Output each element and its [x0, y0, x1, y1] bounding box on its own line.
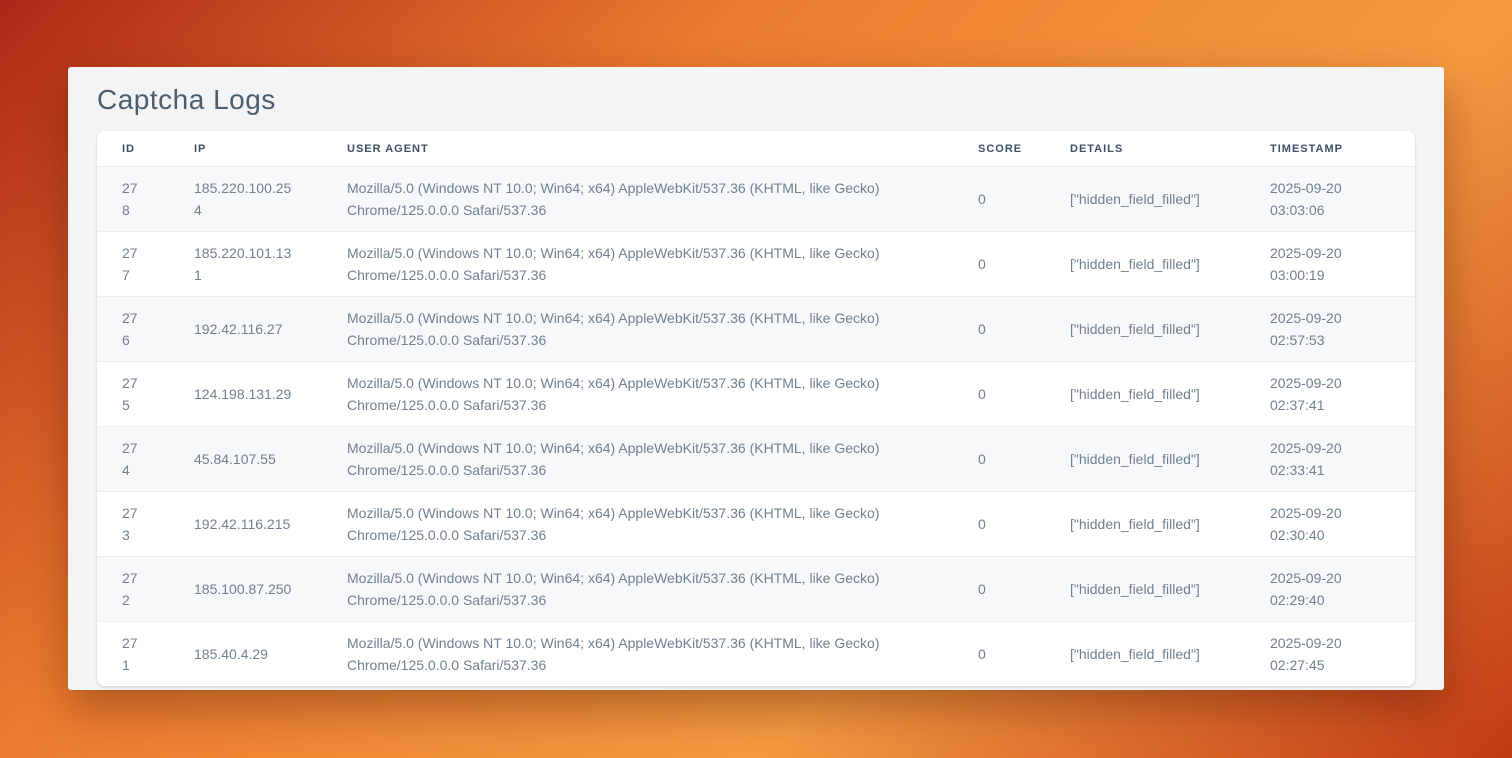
cell-timestamp: 2025-09-20 03:03:06: [1245, 167, 1415, 232]
cell-user_agent: Mozilla/5.0 (Windows NT 10.0; Win64; x64…: [322, 232, 953, 297]
captcha-logs-card: Captcha Logs IDIPUSER AGENTSCOREDETAILST…: [68, 67, 1444, 690]
cell-timestamp: 2025-09-20 02:29:40: [1245, 557, 1415, 622]
table-row: 275124.198.131.29Mozilla/5.0 (Windows NT…: [97, 362, 1415, 427]
cell-details: ["hidden_field_filled"]: [1045, 232, 1245, 297]
column-header-ip: IP: [169, 131, 322, 167]
cell-score: 0: [953, 362, 1045, 427]
cell-ip: 124.198.131.29: [169, 362, 322, 427]
cell-timestamp: 2025-09-20 02:57:53: [1245, 297, 1415, 362]
cell-ip: 45.84.107.55: [169, 427, 322, 492]
cell-ip: 192.42.116.27: [169, 297, 322, 362]
cell-id: 274: [97, 427, 169, 492]
cell-timestamp: 2025-09-20 03:00:19: [1245, 232, 1415, 297]
cell-timestamp: 2025-09-20 02:37:41: [1245, 362, 1415, 427]
cell-timestamp: 2025-09-20 02:30:40: [1245, 492, 1415, 557]
cell-score: 0: [953, 297, 1045, 362]
cell-user_agent: Mozilla/5.0 (Windows NT 10.0; Win64; x64…: [322, 622, 953, 687]
column-header-id: ID: [97, 131, 169, 167]
column-header-score: SCORE: [953, 131, 1045, 167]
cell-ip: 185.220.101.131: [169, 232, 322, 297]
cell-score: 0: [953, 622, 1045, 687]
cell-user_agent: Mozilla/5.0 (Windows NT 10.0; Win64; x64…: [322, 427, 953, 492]
table-row: 278185.220.100.254Mozilla/5.0 (Windows N…: [97, 167, 1415, 232]
table-row: 271185.40.4.29Mozilla/5.0 (Windows NT 10…: [97, 622, 1415, 687]
logs-table-container: IDIPUSER AGENTSCOREDETAILSTIMESTAMP 2781…: [97, 131, 1415, 686]
cell-details: ["hidden_field_filled"]: [1045, 167, 1245, 232]
cell-user_agent: Mozilla/5.0 (Windows NT 10.0; Win64; x64…: [322, 492, 953, 557]
cell-id: 272: [97, 557, 169, 622]
cell-ip: 185.100.87.250: [169, 557, 322, 622]
cell-details: ["hidden_field_filled"]: [1045, 362, 1245, 427]
cell-id: 276: [97, 297, 169, 362]
cell-score: 0: [953, 232, 1045, 297]
cell-ip: 185.220.100.254: [169, 167, 322, 232]
cell-user_agent: Mozilla/5.0 (Windows NT 10.0; Win64; x64…: [322, 297, 953, 362]
cell-id: 271: [97, 622, 169, 687]
cell-user_agent: Mozilla/5.0 (Windows NT 10.0; Win64; x64…: [322, 167, 953, 232]
captcha-logs-table: IDIPUSER AGENTSCOREDETAILSTIMESTAMP 2781…: [97, 131, 1415, 686]
cell-details: ["hidden_field_filled"]: [1045, 557, 1245, 622]
cell-ip: 192.42.116.215: [169, 492, 322, 557]
page-title: Captcha Logs: [97, 83, 1415, 116]
table-row: 27445.84.107.55Mozilla/5.0 (Windows NT 1…: [97, 427, 1415, 492]
table-row: 277185.220.101.131Mozilla/5.0 (Windows N…: [97, 232, 1415, 297]
table-row: 273192.42.116.215Mozilla/5.0 (Windows NT…: [97, 492, 1415, 557]
cell-timestamp: 2025-09-20 02:33:41: [1245, 427, 1415, 492]
cell-score: 0: [953, 427, 1045, 492]
cell-user_agent: Mozilla/5.0 (Windows NT 10.0; Win64; x64…: [322, 557, 953, 622]
cell-details: ["hidden_field_filled"]: [1045, 297, 1245, 362]
cell-id: 277: [97, 232, 169, 297]
cell-score: 0: [953, 557, 1045, 622]
cell-user_agent: Mozilla/5.0 (Windows NT 10.0; Win64; x64…: [322, 362, 953, 427]
cell-ip: 185.40.4.29: [169, 622, 322, 687]
cell-score: 0: [953, 167, 1045, 232]
column-header-user_agent: USER AGENT: [322, 131, 953, 167]
table-header-row: IDIPUSER AGENTSCOREDETAILSTIMESTAMP: [97, 131, 1415, 167]
cell-details: ["hidden_field_filled"]: [1045, 622, 1245, 687]
cell-details: ["hidden_field_filled"]: [1045, 427, 1245, 492]
table-row: 276192.42.116.27Mozilla/5.0 (Windows NT …: [97, 297, 1415, 362]
page-background: Captcha Logs IDIPUSER AGENTSCOREDETAILST…: [0, 0, 1512, 758]
column-header-timestamp: TIMESTAMP: [1245, 131, 1415, 167]
cell-details: ["hidden_field_filled"]: [1045, 492, 1245, 557]
cell-timestamp: 2025-09-20 02:27:45: [1245, 622, 1415, 687]
cell-score: 0: [953, 492, 1045, 557]
table-body: 278185.220.100.254Mozilla/5.0 (Windows N…: [97, 167, 1415, 687]
cell-id: 278: [97, 167, 169, 232]
column-header-details: DETAILS: [1045, 131, 1245, 167]
table-row: 272185.100.87.250Mozilla/5.0 (Windows NT…: [97, 557, 1415, 622]
cell-id: 273: [97, 492, 169, 557]
cell-id: 275: [97, 362, 169, 427]
